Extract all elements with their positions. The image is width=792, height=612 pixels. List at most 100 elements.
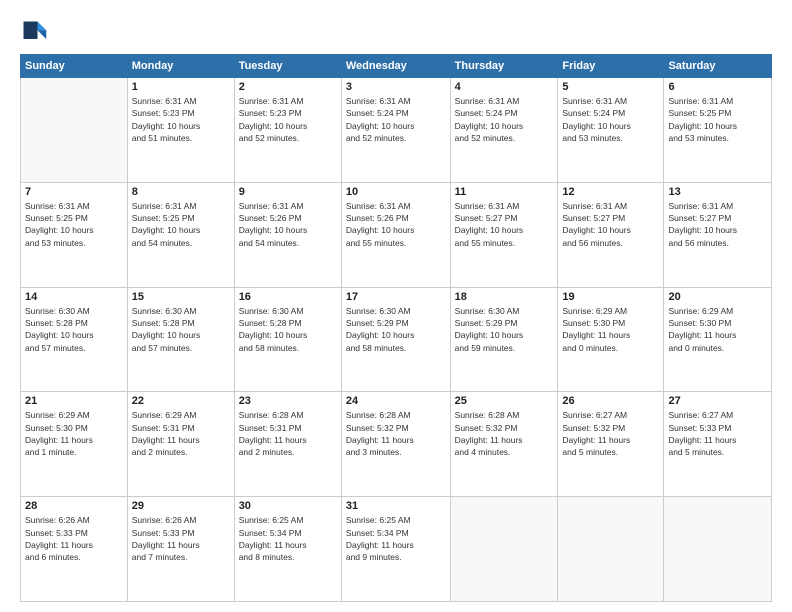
day-number: 24 (346, 395, 446, 407)
day-info: Sunrise: 6:29 AMSunset: 5:31 PMDaylight:… (132, 409, 230, 458)
day-number: 6 (668, 81, 767, 93)
day-info: Sunrise: 6:31 AMSunset: 5:26 PMDaylight:… (239, 200, 337, 249)
logo-icon (20, 18, 48, 46)
day-number: 31 (346, 500, 446, 512)
calendar-cell: 5Sunrise: 6:31 AMSunset: 5:24 PMDaylight… (558, 78, 664, 183)
calendar-cell: 19 Sunrise: 6:29 AMSunset: 5:30 PMDayligh… (558, 287, 664, 392)
day-number: 3 (346, 81, 446, 93)
day-info: Sunrise: 6:29 AMSunset: 5:30 PMDaylight:… (562, 305, 659, 354)
day-number: 1 (132, 81, 230, 93)
calendar-cell: 8 Sunrise: 6:31 AMSunset: 5:25 PMDaylight… (127, 182, 234, 287)
col-header-thursday: Thursday (450, 55, 558, 78)
day-info: Sunrise: 6:31 AMSunset: 5:23 PMDaylight:… (132, 95, 230, 144)
calendar-week-row: 14 Sunrise: 6:30 AMSunset: 5:28 PMDayligh… (21, 287, 772, 392)
day-number: 28 (25, 500, 123, 512)
day-number: 21 (25, 395, 123, 407)
calendar-header-row: SundayMondayTuesdayWednesdayThursdayFrid… (21, 55, 772, 78)
day-number: 27 (668, 395, 767, 407)
day-info: Sunrise: 6:27 AMSunset: 5:33 PMDaylight:… (668, 409, 767, 458)
calendar-table: SundayMondayTuesdayWednesdayThursdayFrid… (20, 54, 772, 602)
calendar-cell: 11Sunrise: 6:31 AMSunset: 5:27 PMDayligh… (450, 182, 558, 287)
day-number: 14 (25, 291, 123, 303)
calendar-week-row: 1 Sunrise: 6:31 AMSunset: 5:23 PMDaylight… (21, 78, 772, 183)
calendar-cell: 14 Sunrise: 6:30 AMSunset: 5:28 PMDayligh… (21, 287, 128, 392)
day-number: 22 (132, 395, 230, 407)
day-info: Sunrise: 6:26 AMSunset: 5:33 PMDaylight:… (25, 514, 123, 563)
day-number: 8 (132, 186, 230, 198)
day-number: 20 (668, 291, 767, 303)
calendar-cell: 25Sunrise: 6:28 AMSunset: 5:32 PMDayligh… (450, 392, 558, 497)
day-number: 4 (455, 81, 554, 93)
col-header-wednesday: Wednesday (341, 55, 450, 78)
day-number: 23 (239, 395, 337, 407)
col-header-sunday: Sunday (21, 55, 128, 78)
calendar-cell: 27 Sunrise: 6:27 AMSunset: 5:33 PMDayligh… (664, 392, 772, 497)
calendar-cell: 20Sunrise: 6:29 AMSunset: 5:30 PMDayligh… (664, 287, 772, 392)
page: SundayMondayTuesdayWednesdayThursdayFrid… (0, 0, 792, 612)
calendar-cell: 6 Sunrise: 6:31 AMSunset: 5:25 PMDaylight… (664, 78, 772, 183)
day-info: Sunrise: 6:31 AMSunset: 5:24 PMDaylight:… (346, 95, 446, 144)
day-info: Sunrise: 6:28 AMSunset: 5:32 PMDaylight:… (346, 409, 446, 458)
day-info: Sunrise: 6:28 AMSunset: 5:31 PMDaylight:… (239, 409, 337, 458)
day-number: 11 (455, 186, 554, 198)
calendar-cell: 29 Sunrise: 6:26 AMSunset: 5:33 PMDayligh… (127, 497, 234, 602)
day-info: Sunrise: 6:31 AMSunset: 5:27 PMDaylight:… (668, 200, 767, 249)
calendar-cell: 1 Sunrise: 6:31 AMSunset: 5:23 PMDaylight… (127, 78, 234, 183)
day-info: Sunrise: 6:31 AMSunset: 5:27 PMDaylight:… (562, 200, 659, 249)
day-info: Sunrise: 6:31 AMSunset: 5:26 PMDaylight:… (346, 200, 446, 249)
day-number: 18 (455, 291, 554, 303)
calendar-cell: 18 Sunrise: 6:30 AMSunset: 5:29 PMDayligh… (450, 287, 558, 392)
day-info: Sunrise: 6:25 AMSunset: 5:34 PMDaylight:… (346, 514, 446, 563)
day-number: 19 (562, 291, 659, 303)
calendar-cell: 4 Sunrise: 6:31 AMSunset: 5:24 PMDaylight… (450, 78, 558, 183)
day-info: Sunrise: 6:30 AMSunset: 5:28 PMDaylight:… (239, 305, 337, 354)
day-number: 17 (346, 291, 446, 303)
calendar-cell (664, 497, 772, 602)
calendar-cell: 28 Sunrise: 6:26 AMSunset: 5:33 PMDayligh… (21, 497, 128, 602)
calendar-cell: 13Sunrise: 6:31 AMSunset: 5:27 PMDayligh… (664, 182, 772, 287)
day-number: 30 (239, 500, 337, 512)
calendar-cell: 26 Sunrise: 6:27 AMSunset: 5:32 PMDayligh… (558, 392, 664, 497)
day-info: Sunrise: 6:31 AMSunset: 5:25 PMDaylight:… (25, 200, 123, 249)
day-number: 26 (562, 395, 659, 407)
calendar-cell (21, 78, 128, 183)
col-header-friday: Friday (558, 55, 664, 78)
day-info: Sunrise: 6:31 AMSunset: 5:24 PMDaylight:… (562, 95, 659, 144)
day-number: 15 (132, 291, 230, 303)
calendar-week-row: 28 Sunrise: 6:26 AMSunset: 5:33 PMDayligh… (21, 497, 772, 602)
calendar-cell: 3 Sunrise: 6:31 AMSunset: 5:24 PMDaylight… (341, 78, 450, 183)
calendar-cell: 7 Sunrise: 6:31 AMSunset: 5:25 PMDaylight… (21, 182, 128, 287)
col-header-monday: Monday (127, 55, 234, 78)
col-header-tuesday: Tuesday (234, 55, 341, 78)
day-info: Sunrise: 6:29 AMSunset: 5:30 PMDaylight:… (25, 409, 123, 458)
day-info: Sunrise: 6:28 AMSunset: 5:32 PMDaylight:… (455, 409, 554, 458)
day-info: Sunrise: 6:27 AMSunset: 5:32 PMDaylight:… (562, 409, 659, 458)
day-number: 7 (25, 186, 123, 198)
day-info: Sunrise: 6:30 AMSunset: 5:28 PMDaylight:… (132, 305, 230, 354)
calendar-week-row: 7 Sunrise: 6:31 AMSunset: 5:25 PMDaylight… (21, 182, 772, 287)
calendar-cell: 24 Sunrise: 6:28 AMSunset: 5:32 PMDayligh… (341, 392, 450, 497)
calendar-cell: 31 Sunrise: 6:25 AMSunset: 5:34 PMDayligh… (341, 497, 450, 602)
calendar-cell: 21 Sunrise: 6:29 AMSunset: 5:30 PMDayligh… (21, 392, 128, 497)
calendar-cell: 15 Sunrise: 6:30 AMSunset: 5:28 PMDayligh… (127, 287, 234, 392)
day-number: 10 (346, 186, 446, 198)
day-info: Sunrise: 6:30 AMSunset: 5:29 PMDaylight:… (346, 305, 446, 354)
calendar-cell: 23 Sunrise: 6:28 AMSunset: 5:31 PMDayligh… (234, 392, 341, 497)
day-number: 9 (239, 186, 337, 198)
header (20, 18, 772, 46)
day-info: Sunrise: 6:31 AMSunset: 5:25 PMDaylight:… (132, 200, 230, 249)
logo (20, 18, 52, 46)
day-info: Sunrise: 6:25 AMSunset: 5:34 PMDaylight:… (239, 514, 337, 563)
day-info: Sunrise: 6:31 AMSunset: 5:25 PMDaylight:… (668, 95, 767, 144)
day-number: 29 (132, 500, 230, 512)
day-number: 16 (239, 291, 337, 303)
col-header-saturday: Saturday (664, 55, 772, 78)
day-info: Sunrise: 6:26 AMSunset: 5:33 PMDaylight:… (132, 514, 230, 563)
calendar-cell: 9 Sunrise: 6:31 AMSunset: 5:26 PMDaylight… (234, 182, 341, 287)
day-number: 12 (562, 186, 659, 198)
day-info: Sunrise: 6:30 AMSunset: 5:28 PMDaylight:… (25, 305, 123, 354)
day-info: Sunrise: 6:31 AMSunset: 5:24 PMDaylight:… (455, 95, 554, 144)
day-info: Sunrise: 6:31 AMSunset: 5:23 PMDaylight:… (239, 95, 337, 144)
day-info: Sunrise: 6:30 AMSunset: 5:29 PMDaylight:… (455, 305, 554, 354)
calendar-cell: 22 Sunrise: 6:29 AMSunset: 5:31 PMDayligh… (127, 392, 234, 497)
